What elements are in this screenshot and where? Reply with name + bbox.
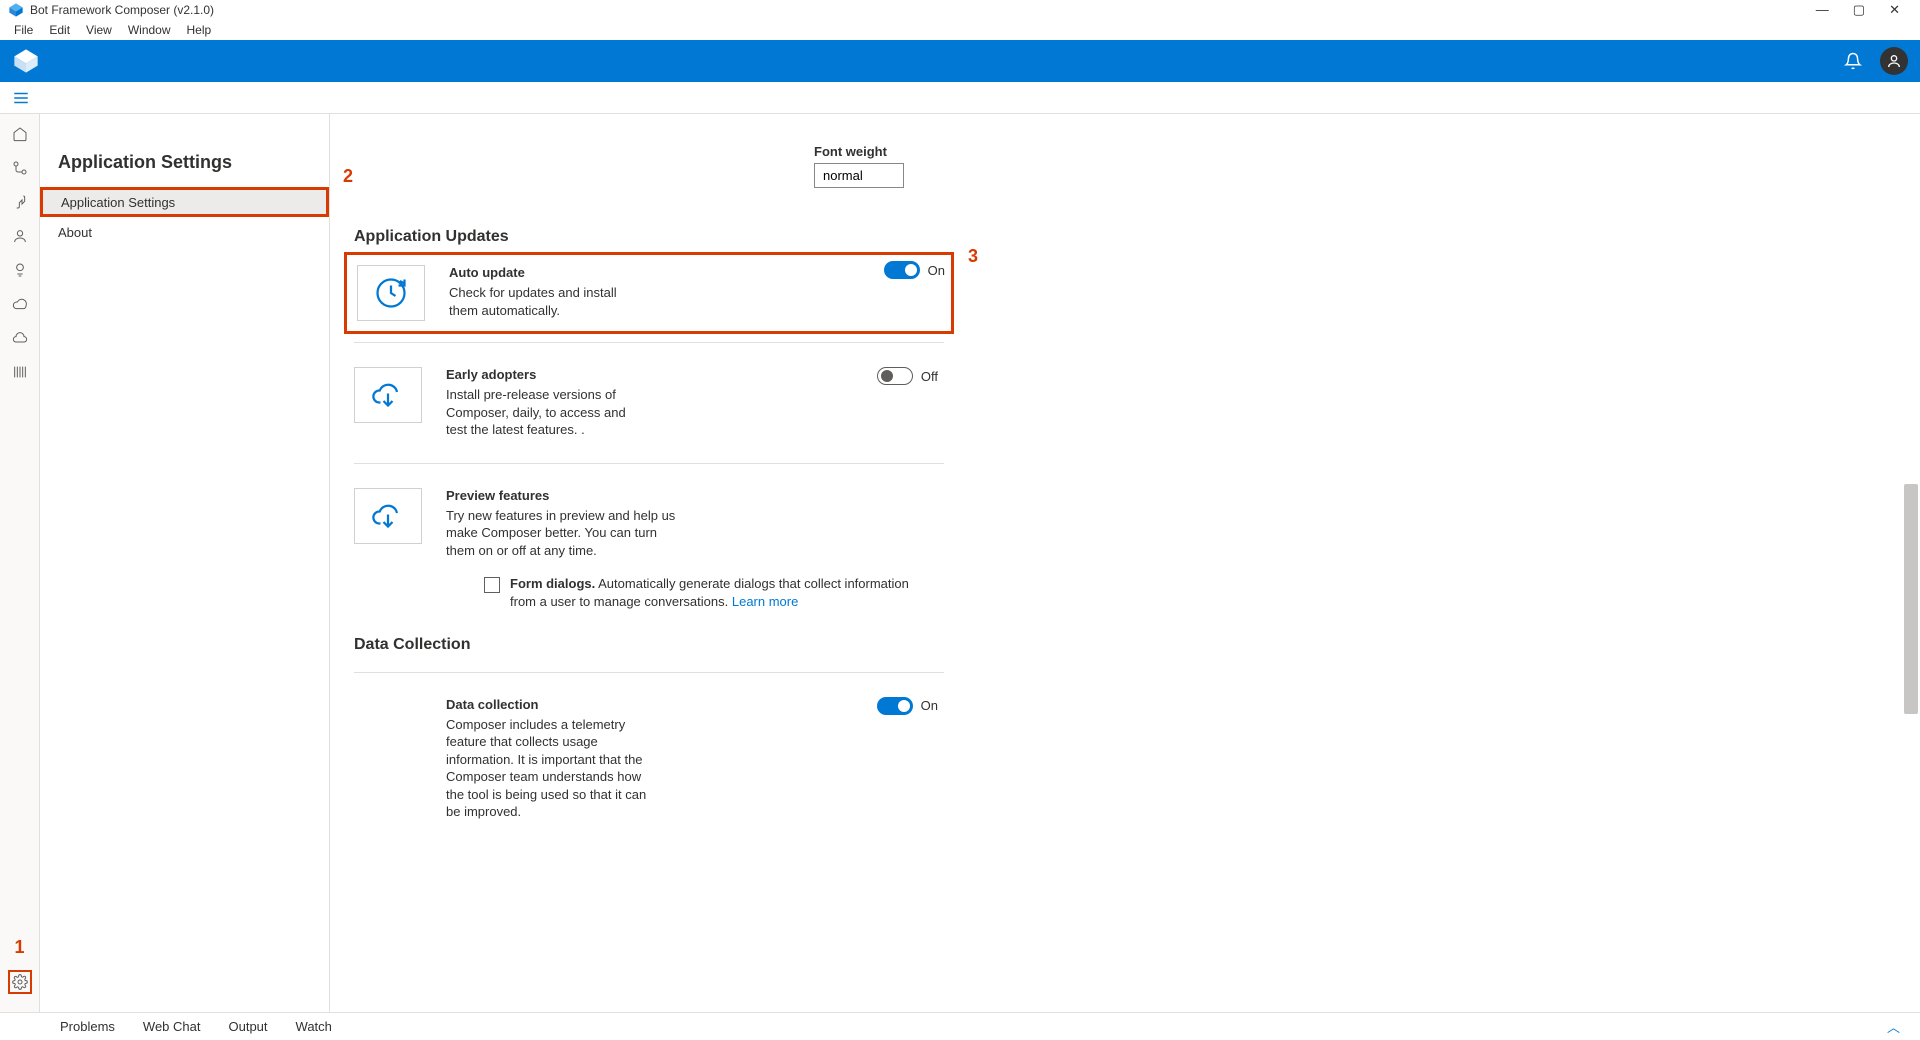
chevron-up-icon[interactable]: ︿ — [1887, 1017, 1900, 1036]
data-collection-title: Data collection — [446, 697, 944, 712]
form-dialogs-checkbox[interactable] — [484, 577, 500, 593]
tab-watch[interactable]: Watch — [296, 1019, 332, 1034]
auto-update-state: On — [928, 263, 945, 278]
tab-webchat[interactable]: Web Chat — [143, 1019, 201, 1034]
menu-help[interactable]: Help — [181, 23, 218, 37]
scrollbar-thumb[interactable] — [1904, 484, 1918, 714]
form-dialogs-label: Form dialogs. — [510, 576, 595, 591]
bottom-bar: Problems Web Chat Output Watch ︿ — [0, 1012, 1920, 1040]
nav-item-app-settings[interactable]: Application Settings — [40, 187, 329, 217]
early-adopters-desc: Install pre-release versions of Composer… — [446, 386, 646, 439]
cloud-download-icon — [354, 367, 422, 423]
toolbar — [0, 82, 1920, 114]
tab-problems[interactable]: Problems — [60, 1019, 115, 1034]
auto-update-row: Auto update Check for updates and instal… — [344, 252, 954, 334]
data-collection-toggle-group: On — [877, 697, 938, 715]
nav-bot-icon[interactable] — [8, 190, 32, 214]
form-dialogs-text: Form dialogs. Automatically generate dia… — [510, 575, 930, 611]
nav-knowledge-icon[interactable] — [8, 258, 32, 282]
content-pane: Font weight Application Updates Auto upd… — [330, 114, 1920, 1012]
data-collection-desc: Composer includes a telemetry feature th… — [446, 716, 656, 821]
section-title-data: Data Collection — [354, 636, 944, 654]
nav-package-icon[interactable] — [8, 360, 32, 384]
menu-bar: File Edit View Window Help — [0, 20, 1920, 40]
nav-settings-icon[interactable] — [8, 970, 32, 994]
nav-design-icon[interactable] — [8, 156, 32, 180]
auto-update-toggle-group: On — [884, 261, 945, 279]
tab-output[interactable]: Output — [229, 1019, 268, 1034]
data-collection-toggle[interactable] — [877, 697, 913, 715]
early-adopters-title: Early adopters — [446, 367, 944, 382]
nav-user-icon[interactable] — [8, 224, 32, 248]
auto-update-title: Auto update — [449, 265, 941, 280]
menu-window[interactable]: Window — [122, 23, 177, 37]
title-bar: Bot Framework Composer (v2.1.0) — ▢ ✕ — [0, 0, 1920, 20]
maximize-button[interactable]: ▢ — [1853, 2, 1865, 18]
data-collection-state: On — [921, 698, 938, 713]
data-collection-row: Data collection Composer includes a tele… — [354, 691, 944, 827]
annotation-3: 3 — [968, 246, 978, 267]
updates-section: Application Updates Auto update Check fo… — [354, 228, 944, 827]
annotation-1: 1 — [14, 937, 24, 958]
menu-file[interactable]: File — [8, 23, 39, 37]
nav-item-label: Application Settings — [61, 195, 175, 210]
window-title: Bot Framework Composer (v2.1.0) — [30, 3, 214, 17]
nav-item-label: About — [58, 225, 92, 240]
window-controls: — ▢ ✕ — [1816, 2, 1912, 18]
form-dialogs-row: Form dialogs. Automatically generate dia… — [484, 575, 944, 611]
font-weight-field: Font weight — [814, 144, 1880, 188]
menu-edit[interactable]: Edit — [43, 23, 76, 37]
auto-update-desc: Check for updates and install them autom… — [449, 284, 649, 319]
main-area: 1 Application Settings Application Setti… — [0, 114, 1920, 1012]
menu-view[interactable]: View — [80, 23, 118, 37]
header-bar — [0, 40, 1920, 82]
close-button[interactable]: ✕ — [1889, 2, 1900, 18]
font-weight-input[interactable] — [814, 163, 904, 188]
minimize-button[interactable]: — — [1816, 2, 1829, 18]
settings-nav: Application Settings Application Setting… — [40, 114, 330, 1012]
section-title-updates: Application Updates — [354, 228, 944, 246]
early-adopters-row: Early adopters Install pre-release versi… — [354, 361, 944, 445]
app-icon — [8, 2, 24, 18]
nav-publish-icon[interactable] — [8, 292, 32, 316]
composer-logo — [12, 47, 40, 75]
icon-sidebar: 1 — [0, 114, 40, 1012]
user-avatar[interactable] — [1880, 47, 1908, 75]
notifications-icon[interactable] — [1844, 52, 1862, 70]
hamburger-icon[interactable] — [12, 89, 30, 107]
early-adopters-toggle-group: Off — [877, 367, 938, 385]
early-adopters-state: Off — [921, 369, 938, 384]
nav-cloud-icon[interactable] — [8, 326, 32, 350]
early-adopters-toggle[interactable] — [877, 367, 913, 385]
cloud-download-icon — [354, 488, 422, 544]
page-title: Application Settings — [40, 152, 329, 187]
auto-update-toggle[interactable] — [884, 261, 920, 279]
preview-features-row: Preview features Try new features in pre… — [354, 482, 944, 566]
preview-desc: Try new features in preview and help us … — [446, 507, 686, 560]
clock-refresh-icon — [357, 265, 425, 321]
font-weight-label: Font weight — [814, 144, 1880, 159]
learn-more-link[interactable]: Learn more — [732, 594, 798, 609]
nav-home-icon[interactable] — [8, 122, 32, 146]
nav-item-about[interactable]: About — [40, 217, 329, 247]
preview-title: Preview features — [446, 488, 944, 503]
